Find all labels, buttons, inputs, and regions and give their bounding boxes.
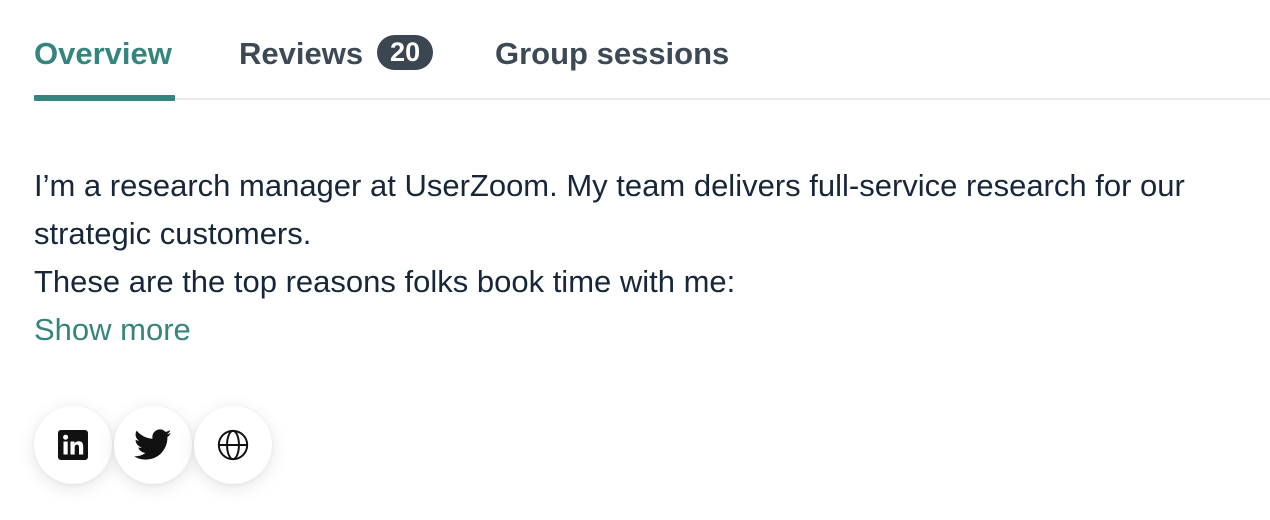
show-more-link[interactable]: Show more [34,306,191,354]
reviews-count-badge: 20 [377,35,434,70]
tab-bar: Overview Reviews 20 Group sessions [34,0,1270,101]
tab-reviews[interactable]: Reviews 20 [239,32,434,98]
mentor-profile-page: Overview Reviews 20 Group sessions I’m a … [0,0,1270,520]
tab-group-sessions[interactable]: Group sessions [495,32,729,98]
twitter-button[interactable] [114,406,192,484]
tab-reviews-label: Reviews [239,36,364,71]
globe-icon [217,429,249,461]
tab-group-sessions-label: Group sessions [495,36,730,71]
bio-paragraph: These are the top reasons folks book tim… [34,264,736,299]
linkedin-button[interactable] [34,406,112,484]
bio-text: I’m a research manager at UserZoom. My t… [34,162,1254,306]
active-tab-indicator [34,95,175,101]
website-button[interactable] [194,406,272,484]
bio-paragraph: I’m a research manager at UserZoom. My t… [34,168,1185,251]
twitter-icon [134,429,172,460]
linkedin-icon [58,430,88,460]
tab-overview[interactable]: Overview [34,32,175,101]
tab-overview-label: Overview [34,36,172,71]
